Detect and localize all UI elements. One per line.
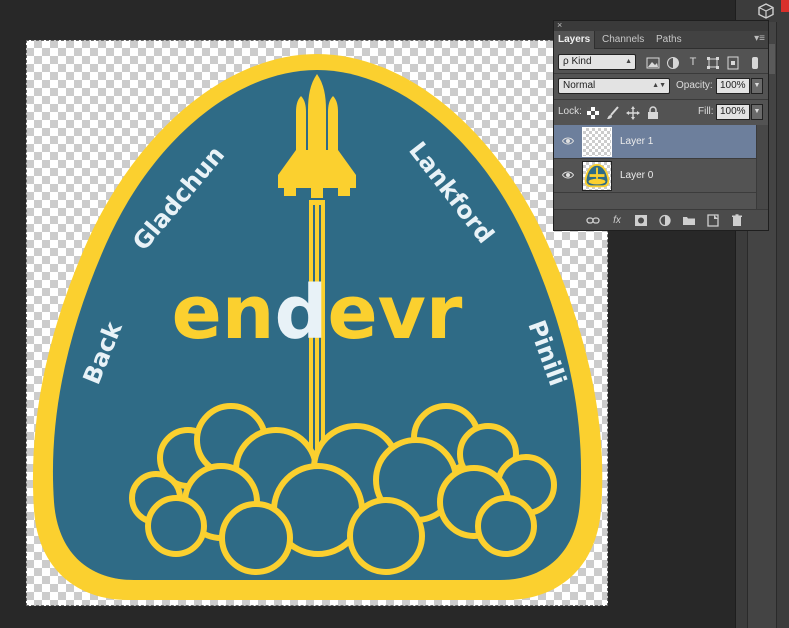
lock-all-icon[interactable] bbox=[646, 106, 660, 120]
tab-paths[interactable]: Paths bbox=[652, 31, 686, 49]
layer-name[interactable]: Layer 0 bbox=[620, 159, 653, 193]
filter-kind-label: Kind bbox=[571, 56, 592, 67]
visibility-eye-icon[interactable] bbox=[562, 135, 574, 147]
adjustment-filter-icon[interactable] bbox=[666, 56, 680, 70]
fill-dropdown-button[interactable]: ▼ bbox=[751, 104, 763, 120]
layer-row[interactable]: Layer 0 bbox=[554, 159, 756, 193]
panel-title-bar[interactable]: × bbox=[554, 20, 768, 31]
close-icon[interactable]: × bbox=[557, 20, 562, 30]
layer-name[interactable]: Layer 1 bbox=[620, 125, 653, 159]
select-arrows-icon: ▲▼ bbox=[652, 82, 666, 89]
select-arrows-icon: ▲ bbox=[625, 58, 632, 65]
brand-part-1: en bbox=[172, 270, 275, 356]
tab-channels[interactable]: Channels bbox=[598, 31, 648, 49]
brand-part-3: evr bbox=[327, 270, 462, 356]
opacity-label: Opacity: bbox=[676, 80, 713, 91]
panel-menu-icon[interactable]: ▾≡ bbox=[754, 33, 765, 44]
mask-icon[interactable] bbox=[634, 214, 648, 227]
tab-layers[interactable]: Layers bbox=[554, 31, 596, 49]
layers-list: Layer 1 Layer 0 bbox=[554, 125, 756, 209]
separator bbox=[554, 99, 768, 100]
layers-scrollbar[interactable] bbox=[756, 125, 768, 209]
mission-patch: endevr Back Gladchun Lankford Pinili bbox=[32, 54, 603, 600]
adjustment-icon[interactable] bbox=[658, 214, 672, 227]
image-filter-icon[interactable] bbox=[646, 56, 660, 70]
launch-clouds bbox=[129, 403, 557, 575]
search-icon: ρ bbox=[563, 56, 569, 67]
blend-mode-select[interactable]: Normal ▲▼ bbox=[558, 78, 670, 94]
visibility-eye-icon[interactable] bbox=[562, 169, 574, 181]
dock-alert-marker bbox=[781, 0, 789, 12]
lock-label: Lock: bbox=[558, 106, 582, 117]
layer-row[interactable]: Layer 1 bbox=[554, 125, 756, 159]
filter-row: ρ Kind ▲ T bbox=[554, 52, 768, 72]
blend-mode-value: Normal bbox=[563, 80, 596, 91]
lock-brush-icon[interactable] bbox=[606, 106, 620, 120]
smart-object-filter-icon[interactable] bbox=[726, 56, 740, 70]
lock-row: Lock: Fill: 100% ▼ bbox=[554, 102, 768, 122]
new-layer-icon[interactable] bbox=[706, 214, 720, 227]
lock-move-icon[interactable] bbox=[626, 106, 640, 120]
patch-thumbnail-icon bbox=[584, 163, 610, 188]
layer-thumbnail bbox=[582, 127, 612, 157]
separator bbox=[554, 73, 768, 74]
panel-footer: fx bbox=[554, 209, 768, 230]
opacity-field[interactable]: 100% bbox=[716, 78, 750, 94]
fill-field[interactable]: 100% bbox=[716, 104, 750, 120]
fill-label: Fill: bbox=[698, 106, 714, 117]
shape-filter-icon[interactable] bbox=[706, 56, 720, 70]
cube-icon[interactable] bbox=[758, 3, 774, 19]
filter-toggle-icon[interactable] bbox=[748, 56, 762, 70]
trash-icon[interactable] bbox=[730, 214, 744, 227]
blend-row: Normal ▲▼ Opacity: 100% ▼ bbox=[554, 76, 768, 96]
panel-tab-bar: Layers Channels Paths ▾≡ bbox=[554, 31, 768, 49]
patch-brand: endevr bbox=[172, 270, 463, 356]
layer-thumbnail bbox=[582, 161, 612, 191]
filter-kind-select[interactable]: ρ Kind ▲ bbox=[558, 54, 636, 70]
link-icon[interactable] bbox=[586, 214, 600, 227]
fx-icon[interactable]: fx bbox=[610, 214, 624, 227]
group-folder-icon[interactable] bbox=[682, 214, 696, 227]
layers-panel: × Layers Channels Paths ▾≡ ρ Kind ▲ T No… bbox=[553, 20, 769, 231]
opacity-dropdown-button[interactable]: ▼ bbox=[751, 78, 763, 94]
brand-part-2: d bbox=[274, 270, 327, 356]
lock-transparency-icon[interactable] bbox=[586, 106, 600, 120]
type-filter-icon[interactable]: T bbox=[686, 55, 700, 69]
document-canvas[interactable]: endevr Back Gladchun Lankford Pinili bbox=[26, 40, 608, 606]
